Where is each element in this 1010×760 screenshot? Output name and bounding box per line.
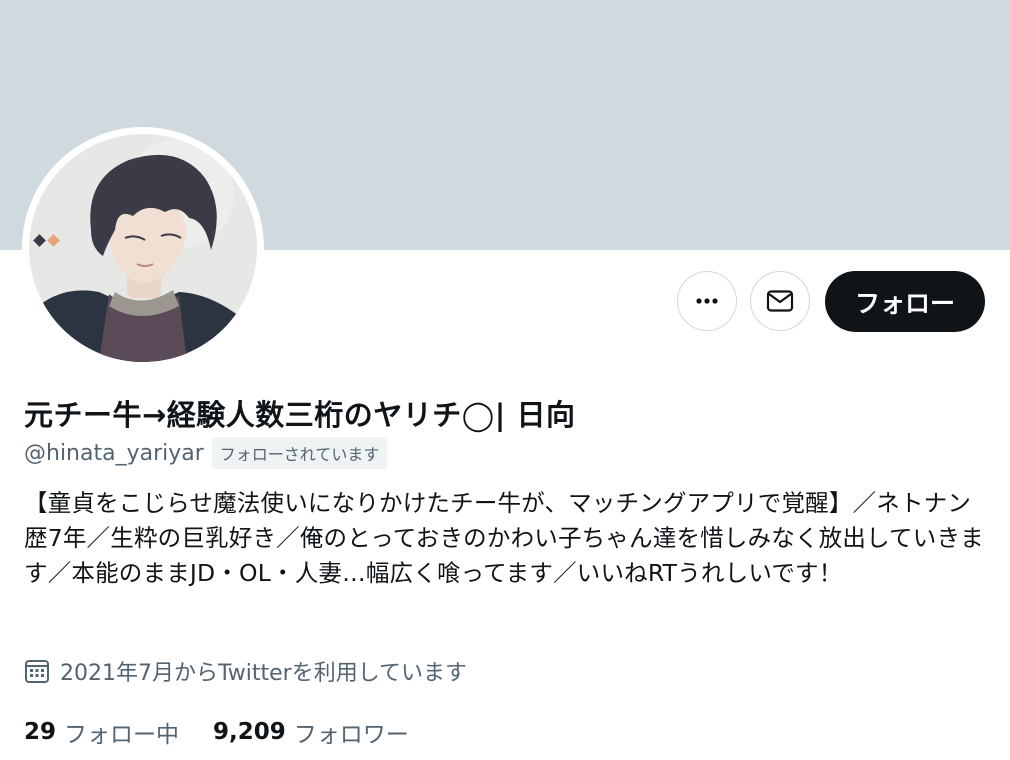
followers-count: 9,209 (213, 719, 286, 745)
join-date-text: 2021年7月からTwitterを利用しています (60, 661, 468, 686)
join-date: 2021年7月からTwitterを利用しています (24, 654, 467, 688)
follow-stats: 29 フォロー中 9,209 フォロワー (24, 714, 409, 750)
message-button[interactable] (750, 271, 810, 331)
handle-row: @hinata_yariyar フォローされています (24, 436, 388, 470)
envelope-icon (766, 290, 794, 312)
profile-avatar[interactable] (22, 127, 264, 369)
avatar-illustration (29, 134, 257, 362)
more-horizontal-icon (696, 298, 718, 304)
more-options-button[interactable] (677, 271, 737, 331)
following-count: 29 (24, 719, 57, 745)
calendar-icon (25, 660, 49, 683)
display-name: 元チー牛→経験人数三桁のヤリチ◯| 日向 (24, 398, 576, 432)
following-link[interactable]: 29 フォロー中 (24, 715, 179, 749)
followers-link[interactable]: 9,209 フォロワー (213, 715, 409, 749)
user-handle: @hinata_yariyar (24, 440, 204, 466)
following-label: フォロー中 (64, 722, 180, 748)
follows-you-badge: フォローされています (211, 437, 388, 469)
profile-bio: 【童貞をこじらせ魔法使いになりかけたチー牛が、マッチングアプリで覚醒】／ネトナン… (24, 489, 984, 587)
followers-label: フォロワー (293, 722, 409, 748)
follow-button[interactable]: フォロー (825, 271, 985, 332)
